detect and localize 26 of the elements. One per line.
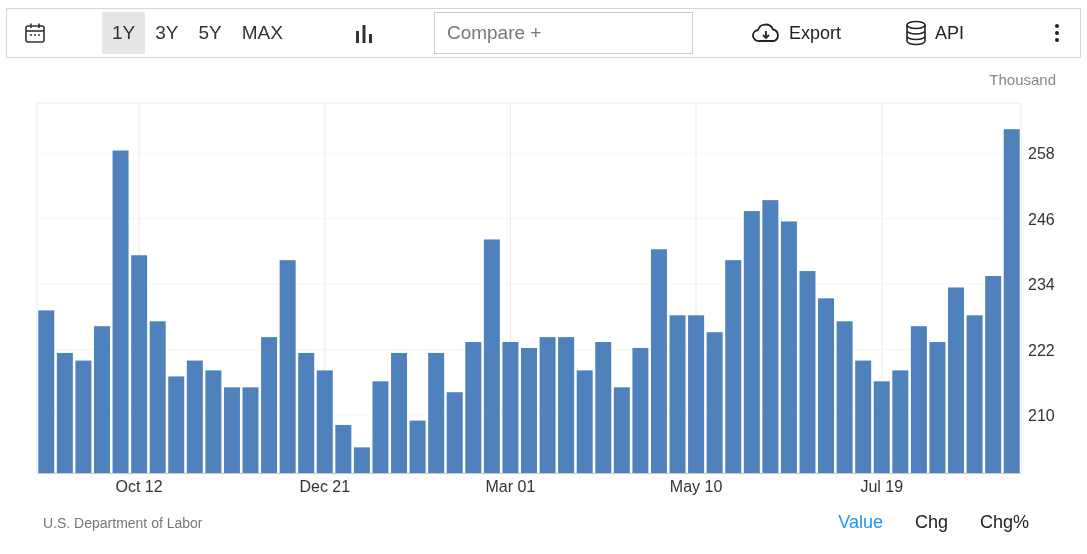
x-axis-label: Mar 01 xyxy=(485,478,536,495)
bar-chart-icon[interactable] xyxy=(354,23,373,43)
unit-label: Thousand xyxy=(989,71,1056,88)
compare-field[interactable]: Compare + xyxy=(433,12,693,54)
x-axis-label: Dec 21 xyxy=(299,478,351,495)
view-tab[interactable]: Chg% xyxy=(967,510,1041,535)
x-axis-label: May 10 xyxy=(669,478,723,495)
y-axis-label: 258 xyxy=(1028,145,1055,163)
more-menu-icon[interactable] xyxy=(1054,23,1060,43)
range-button[interactable]: 3Y xyxy=(145,12,189,54)
y-axis-label: 222 xyxy=(1028,341,1055,359)
view-tab[interactable]: Chg xyxy=(902,510,960,535)
database-icon xyxy=(904,20,927,46)
range-button[interactable]: MAX xyxy=(231,12,293,54)
x-axis-label: Oct 12 xyxy=(115,478,163,495)
api-button[interactable]: API xyxy=(898,19,970,47)
y-axis-label: 210 xyxy=(1028,407,1055,425)
y-axis-label: 234 xyxy=(1028,276,1055,294)
source-text: U.S. Department of Labor xyxy=(43,514,203,531)
range-button[interactable]: 1Y xyxy=(102,12,146,54)
x-axis-label: Jul 19 xyxy=(860,478,904,495)
cloud-download-icon xyxy=(750,22,781,44)
range-button[interactable]: 5Y xyxy=(188,12,232,54)
y-axis-label: 246 xyxy=(1028,210,1055,228)
calendar-icon[interactable] xyxy=(24,22,46,44)
export-button[interactable]: Export xyxy=(744,21,847,45)
